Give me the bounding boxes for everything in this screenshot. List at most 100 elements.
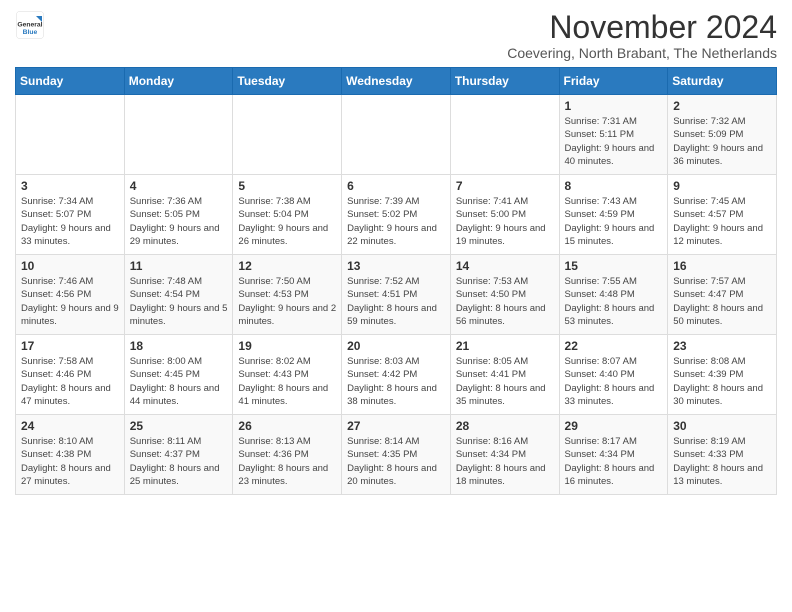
title-area: November 2024 Coevering, North Brabant, … bbox=[507, 10, 777, 61]
day-info: Sunrise: 7:50 AMSunset: 4:53 PMDaylight:… bbox=[238, 275, 336, 328]
day-number: 21 bbox=[456, 339, 554, 353]
day-info: Sunrise: 7:39 AMSunset: 5:02 PMDaylight:… bbox=[347, 195, 445, 248]
day-number: 23 bbox=[673, 339, 771, 353]
day-info: Sunrise: 7:38 AMSunset: 5:04 PMDaylight:… bbox=[238, 195, 336, 248]
day-info: Sunrise: 7:34 AMSunset: 5:07 PMDaylight:… bbox=[21, 195, 119, 248]
day-info: Sunrise: 7:58 AMSunset: 4:46 PMDaylight:… bbox=[21, 355, 119, 408]
day-number: 29 bbox=[565, 419, 663, 433]
header-row: Sunday Monday Tuesday Wednesday Thursday… bbox=[16, 68, 777, 95]
calendar-cell: 29 Sunrise: 8:17 AMSunset: 4:34 PMDayligh… bbox=[559, 415, 668, 495]
day-info: Sunrise: 8:05 AMSunset: 4:41 PMDaylight:… bbox=[456, 355, 554, 408]
col-saturday: Saturday bbox=[668, 68, 777, 95]
day-info: Sunrise: 8:03 AMSunset: 4:42 PMDaylight:… bbox=[347, 355, 445, 408]
day-info: Sunrise: 8:17 AMSunset: 4:34 PMDaylight:… bbox=[565, 435, 663, 488]
svg-text:General: General bbox=[17, 22, 42, 29]
day-info: Sunrise: 7:55 AMSunset: 4:48 PMDaylight:… bbox=[565, 275, 663, 328]
calendar-cell: 19Sunrise: 8:02 AMSunset: 4:43 PMDayligh… bbox=[233, 335, 342, 415]
day-info: Sunrise: 8:00 AMSunset: 4:45 PMDaylight:… bbox=[130, 355, 228, 408]
day-info: Sunrise: 8:07 AMSunset: 4:40 PMDaylight:… bbox=[565, 355, 663, 408]
calendar-cell: 3 Sunrise: 7:34 AMSunset: 5:07 PMDaylight… bbox=[16, 175, 125, 255]
calendar-cell: 28 Sunrise: 8:16 AMSunset: 4:34 PMDayligh… bbox=[450, 415, 559, 495]
calendar-subtitle: Coevering, North Brabant, The Netherland… bbox=[507, 45, 777, 61]
day-number: 30 bbox=[673, 419, 771, 433]
calendar-cell bbox=[233, 95, 342, 175]
svg-text:Blue: Blue bbox=[23, 29, 38, 36]
calendar-week-3: 10 Sunrise: 7:46 AMSunset: 4:56 PMDayligh… bbox=[16, 255, 777, 335]
day-info: Sunrise: 8:11 AMSunset: 4:37 PMDaylight:… bbox=[130, 435, 228, 488]
day-number: 15 bbox=[565, 259, 663, 273]
col-monday: Monday bbox=[124, 68, 233, 95]
calendar-cell bbox=[450, 95, 559, 175]
day-info: Sunrise: 7:53 AMSunset: 4:50 PMDaylight:… bbox=[456, 275, 554, 328]
header: General Blue November 2024 Coevering, No… bbox=[15, 10, 777, 61]
logo: General Blue bbox=[15, 10, 45, 40]
calendar-cell: 25 Sunrise: 8:11 AMSunset: 4:37 PMDayligh… bbox=[124, 415, 233, 495]
day-info: Sunrise: 8:19 AMSunset: 4:33 PMDaylight:… bbox=[673, 435, 771, 488]
day-number: 24 bbox=[21, 419, 119, 433]
day-info: Sunrise: 7:43 AMSunset: 4:59 PMDaylight:… bbox=[565, 195, 663, 248]
calendar-cell: 18 Sunrise: 8:00 AMSunset: 4:45 PMDayligh… bbox=[124, 335, 233, 415]
day-number: 17 bbox=[21, 339, 119, 353]
day-number: 18 bbox=[130, 339, 228, 353]
calendar-cell: 6 Sunrise: 7:39 AMSunset: 5:02 PMDaylight… bbox=[342, 175, 451, 255]
calendar-cell: 9 Sunrise: 7:45 AMSunset: 4:57 PMDaylight… bbox=[668, 175, 777, 255]
calendar-cell: 30 Sunrise: 8:19 AMSunset: 4:33 PMDayligh… bbox=[668, 415, 777, 495]
calendar-cell: 15 Sunrise: 7:55 AMSunset: 4:48 PMDayligh… bbox=[559, 255, 668, 335]
calendar-week-4: 17 Sunrise: 7:58 AMSunset: 4:46 PMDayligh… bbox=[16, 335, 777, 415]
calendar-cell: 14Sunrise: 7:53 AMSunset: 4:50 PMDayligh… bbox=[450, 255, 559, 335]
calendar-week-2: 3 Sunrise: 7:34 AMSunset: 5:07 PMDaylight… bbox=[16, 175, 777, 255]
calendar-cell: 2 Sunrise: 7:32 AMSunset: 5:09 PMDaylight… bbox=[668, 95, 777, 175]
day-number: 1 bbox=[565, 99, 663, 113]
calendar-cell: 23 Sunrise: 8:08 AMSunset: 4:39 PMDayligh… bbox=[668, 335, 777, 415]
day-number: 9 bbox=[673, 179, 771, 193]
calendar-cell bbox=[342, 95, 451, 175]
day-info: Sunrise: 7:32 AMSunset: 5:09 PMDaylight:… bbox=[673, 115, 771, 168]
calendar-cell: 7Sunrise: 7:41 AMSunset: 5:00 PMDaylight… bbox=[450, 175, 559, 255]
day-number: 22 bbox=[565, 339, 663, 353]
calendar-table: Sunday Monday Tuesday Wednesday Thursday… bbox=[15, 67, 777, 495]
col-friday: Friday bbox=[559, 68, 668, 95]
calendar-week-1: 1 Sunrise: 7:31 AMSunset: 5:11 PMDaylight… bbox=[16, 95, 777, 175]
day-number: 12 bbox=[238, 259, 336, 273]
calendar-cell: 4 Sunrise: 7:36 AMSunset: 5:05 PMDaylight… bbox=[124, 175, 233, 255]
day-number: 4 bbox=[130, 179, 228, 193]
calendar-cell: 12 Sunrise: 7:50 AMSunset: 4:53 PMDayligh… bbox=[233, 255, 342, 335]
day-info: Sunrise: 7:48 AMSunset: 4:54 PMDaylight:… bbox=[130, 275, 228, 328]
day-number: 25 bbox=[130, 419, 228, 433]
day-number: 10 bbox=[21, 259, 119, 273]
calendar-cell: 10 Sunrise: 7:46 AMSunset: 4:56 PMDayligh… bbox=[16, 255, 125, 335]
day-info: Sunrise: 8:16 AMSunset: 4:34 PMDaylight:… bbox=[456, 435, 554, 488]
calendar-cell: 20Sunrise: 8:03 AMSunset: 4:42 PMDayligh… bbox=[342, 335, 451, 415]
day-number: 8 bbox=[565, 179, 663, 193]
day-info: Sunrise: 7:31 AMSunset: 5:11 PMDaylight:… bbox=[565, 115, 663, 168]
day-number: 2 bbox=[673, 99, 771, 113]
day-info: Sunrise: 8:08 AMSunset: 4:39 PMDaylight:… bbox=[673, 355, 771, 408]
calendar-cell: 1 Sunrise: 7:31 AMSunset: 5:11 PMDaylight… bbox=[559, 95, 668, 175]
day-number: 13 bbox=[347, 259, 445, 273]
day-info: Sunrise: 8:10 AMSunset: 4:38 PMDaylight:… bbox=[21, 435, 119, 488]
day-number: 5 bbox=[238, 179, 336, 193]
day-info: Sunrise: 7:52 AMSunset: 4:51 PMDaylight:… bbox=[347, 275, 445, 328]
day-info: Sunrise: 8:14 AMSunset: 4:35 PMDaylight:… bbox=[347, 435, 445, 488]
calendar-cell: 24 Sunrise: 8:10 AMSunset: 4:38 PMDayligh… bbox=[16, 415, 125, 495]
calendar-title: November 2024 bbox=[507, 10, 777, 45]
calendar-week-5: 24 Sunrise: 8:10 AMSunset: 4:38 PMDayligh… bbox=[16, 415, 777, 495]
day-number: 28 bbox=[456, 419, 554, 433]
calendar-cell bbox=[124, 95, 233, 175]
day-info: Sunrise: 8:02 AMSunset: 4:43 PMDaylight:… bbox=[238, 355, 336, 408]
day-info: Sunrise: 7:57 AMSunset: 4:47 PMDaylight:… bbox=[673, 275, 771, 328]
calendar-cell: 13 Sunrise: 7:52 AMSunset: 4:51 PMDayligh… bbox=[342, 255, 451, 335]
calendar-cell bbox=[16, 95, 125, 175]
calendar-cell: 27Sunrise: 8:14 AMSunset: 4:35 PMDayligh… bbox=[342, 415, 451, 495]
logo-icon: General Blue bbox=[15, 10, 45, 40]
day-info: Sunrise: 7:45 AMSunset: 4:57 PMDaylight:… bbox=[673, 195, 771, 248]
calendar-cell: 26Sunrise: 8:13 AMSunset: 4:36 PMDayligh… bbox=[233, 415, 342, 495]
day-info: Sunrise: 7:36 AMSunset: 5:05 PMDaylight:… bbox=[130, 195, 228, 248]
day-info: Sunrise: 7:41 AMSunset: 5:00 PMDaylight:… bbox=[456, 195, 554, 248]
col-sunday: Sunday bbox=[16, 68, 125, 95]
day-number: 3 bbox=[21, 179, 119, 193]
day-info: Sunrise: 7:46 AMSunset: 4:56 PMDaylight:… bbox=[21, 275, 119, 328]
day-number: 11 bbox=[130, 259, 228, 273]
day-number: 6 bbox=[347, 179, 445, 193]
calendar-cell: 5 Sunrise: 7:38 AMSunset: 5:04 PMDaylight… bbox=[233, 175, 342, 255]
